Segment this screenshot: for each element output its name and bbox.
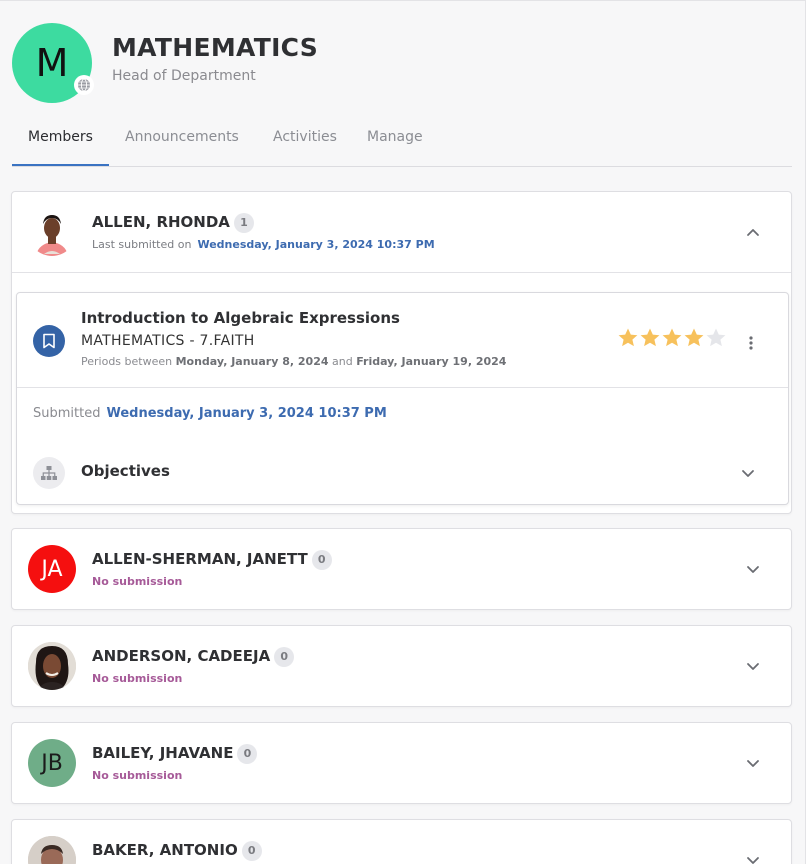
avatar [28, 208, 76, 256]
submission-count-badge: 1 [233, 213, 254, 233]
avatar-initials: JA [41, 556, 63, 582]
avatar [28, 836, 76, 864]
chevron-down-icon[interactable] [745, 561, 761, 577]
more-options-icon[interactable] [747, 335, 755, 351]
status-label: Last submitted on [92, 238, 192, 251]
department-title: MATHEMATICS [112, 33, 319, 62]
member-status: Last submitted on Wednesday, January 3, 2… [92, 238, 435, 251]
avatar: JB [28, 739, 76, 787]
tab-bar: Members Announcements Activities Manage [12, 119, 792, 167]
member-name: ANDERSON, CADEEJA 0 [92, 647, 295, 667]
member-card: JB BAILEY, JHAVANE 0 No submission [11, 722, 792, 804]
avatar-initials: JB [41, 750, 63, 776]
status-date: Wednesday, January 3, 2024 10:37 PM [197, 238, 435, 251]
activity-header: Introduction to Algebraic Expressions MA… [17, 293, 788, 388]
member-row[interactable]: ANDERSON, CADEEJA 0 No submission [12, 626, 791, 706]
member-status: No submission [92, 575, 183, 588]
member-name: ALLEN, RHONDA 1 [92, 213, 254, 233]
activity-title[interactable]: Introduction to Algebraic Expressions [81, 309, 400, 327]
member-row[interactable]: JB BAILEY, JHAVANE 0 No submission [12, 723, 791, 803]
avatar: JA [28, 545, 76, 593]
chevron-down-icon[interactable] [740, 465, 756, 481]
submission-count-badge: 0 [241, 841, 262, 861]
bookmark-icon [33, 325, 65, 357]
chevron-up-icon[interactable] [745, 224, 761, 240]
star-filled-icon[interactable] [661, 327, 683, 349]
hierarchy-icon [33, 457, 65, 489]
member-name: BAKER, ANTONIO 0 [92, 841, 262, 861]
tab-activities[interactable]: Activities [273, 129, 337, 145]
tab-members[interactable]: Members [28, 129, 93, 145]
member-status: No submission [92, 672, 183, 685]
member-name: ALLEN-SHERMAN, JANETT 0 [92, 550, 332, 570]
page: M MATHEMATICS Head of Department Members… [0, 0, 806, 864]
member-card: ANDERSON, CADEEJA 0 No submission [11, 625, 792, 707]
member-row[interactable]: JA ALLEN-SHERMAN, JANETT 0 No submission [12, 529, 791, 609]
member-status: No submission [92, 769, 183, 782]
department-initial: M [35, 41, 69, 85]
member-card: BAKER, ANTONIO 0 [11, 819, 792, 864]
star-filled-icon[interactable] [639, 327, 661, 349]
member-card: JA ALLEN-SHERMAN, JANETT 0 No submission [11, 528, 792, 610]
submission-count-badge: 0 [274, 647, 295, 667]
divider [12, 272, 791, 273]
star-filled-icon[interactable] [617, 327, 639, 349]
globe-icon [74, 75, 94, 95]
tab-announcements[interactable]: Announcements [125, 129, 239, 145]
department-subtitle: Head of Department [112, 68, 256, 84]
chevron-down-icon[interactable] [745, 755, 761, 771]
submission-count-badge: 0 [311, 550, 332, 570]
active-tab-indicator [12, 164, 109, 166]
submitted-info: Submitted Wednesday, January 3, 2024 10:3… [33, 406, 387, 421]
star-rating[interactable] [617, 327, 727, 351]
chevron-down-icon[interactable] [745, 852, 761, 864]
tab-manage[interactable]: Manage [367, 129, 423, 145]
avatar [28, 642, 76, 690]
star-empty-icon[interactable] [705, 327, 727, 349]
member-card: ALLEN, RHONDA 1 Last submitted on Wednesda… [11, 191, 792, 514]
star-filled-icon[interactable] [683, 327, 705, 349]
activity-class: MATHEMATICS - 7.FAITH [81, 333, 255, 349]
chevron-down-icon[interactable] [745, 658, 761, 674]
activity-periods: Periods between Monday, January 8, 2024 … [81, 355, 507, 368]
member-name: BAILEY, JHAVANE 0 [92, 744, 258, 764]
objectives-label[interactable]: Objectives [81, 462, 170, 480]
member-row[interactable]: ALLEN, RHONDA 1 Last submitted on Wednesda… [12, 192, 791, 272]
department-header: M MATHEMATICS Head of Department [12, 23, 792, 105]
submission-count-badge: 0 [237, 744, 258, 764]
member-row[interactable]: BAKER, ANTONIO 0 [12, 820, 791, 864]
activity-card: Introduction to Algebraic Expressions MA… [16, 292, 789, 505]
